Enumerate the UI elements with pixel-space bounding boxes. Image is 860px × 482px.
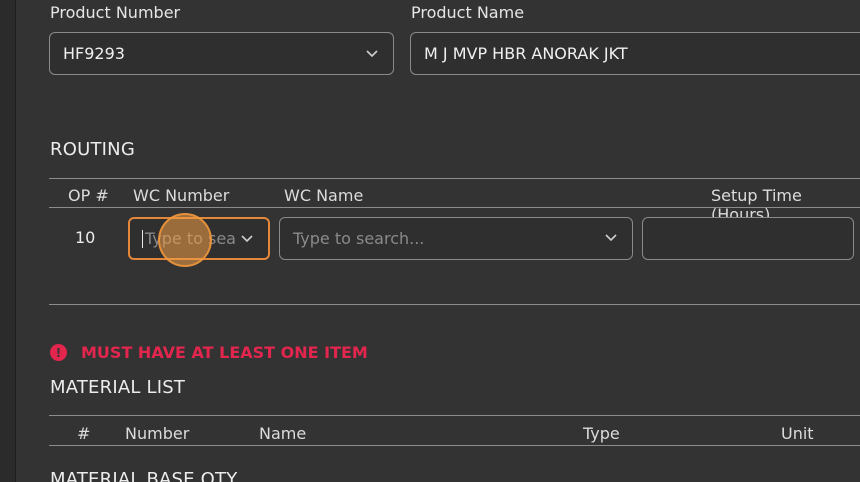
wc-number-select[interactable]: Type to sea <box>128 217 270 260</box>
wc-number-placeholder: Type to sea <box>145 229 236 248</box>
wc-name-placeholder: Type to search... <box>293 229 425 248</box>
col-index: # <box>77 424 91 443</box>
col-number: Number <box>125 424 190 443</box>
product-name-label: Product Name <box>411 3 525 22</box>
material-header-bottom-divider <box>49 445 860 446</box>
col-wc-number: WC Number <box>133 186 230 205</box>
product-number-select[interactable]: HF9293 <box>49 32 394 75</box>
routing-row-op: 10 <box>75 228 96 247</box>
col-wc-name: WC Name <box>284 186 364 205</box>
routing-header-bottom-divider <box>49 207 860 208</box>
wc-name-select[interactable]: Type to search... <box>279 217 633 260</box>
error-text: MUST HAVE AT LEAST ONE ITEM <box>81 343 368 362</box>
col-unit: Unit <box>781 424 814 443</box>
product-number-value: HF9293 <box>63 44 125 63</box>
chevron-down-icon <box>240 232 254 246</box>
left-rail <box>0 0 16 482</box>
exclamation-circle-icon: ! <box>50 344 67 361</box>
product-name-value: M J MVP HBR ANORAK JKT <box>424 44 628 63</box>
setup-time-input[interactable] <box>642 217 854 260</box>
text-caret <box>142 229 143 248</box>
material-header-top-divider <box>49 415 860 416</box>
routing-title: ROUTING <box>50 139 135 160</box>
material-base-qty-title: MATERIAL BASE QTY <box>50 469 238 482</box>
chevron-down-icon <box>604 231 618 245</box>
chevron-down-icon <box>365 47 379 61</box>
routing-header-top-divider <box>49 178 860 179</box>
col-name: Name <box>259 424 307 443</box>
material-list-title: MATERIAL LIST <box>50 377 186 398</box>
product-number-label: Product Number <box>50 3 181 22</box>
routing-bottom-divider <box>49 304 860 305</box>
product-name-field[interactable]: M J MVP HBR ANORAK JKT <box>410 32 860 75</box>
error-message: ! MUST HAVE AT LEAST ONE ITEM <box>50 343 368 362</box>
col-type: Type <box>583 424 620 443</box>
col-op: OP # <box>68 186 109 205</box>
